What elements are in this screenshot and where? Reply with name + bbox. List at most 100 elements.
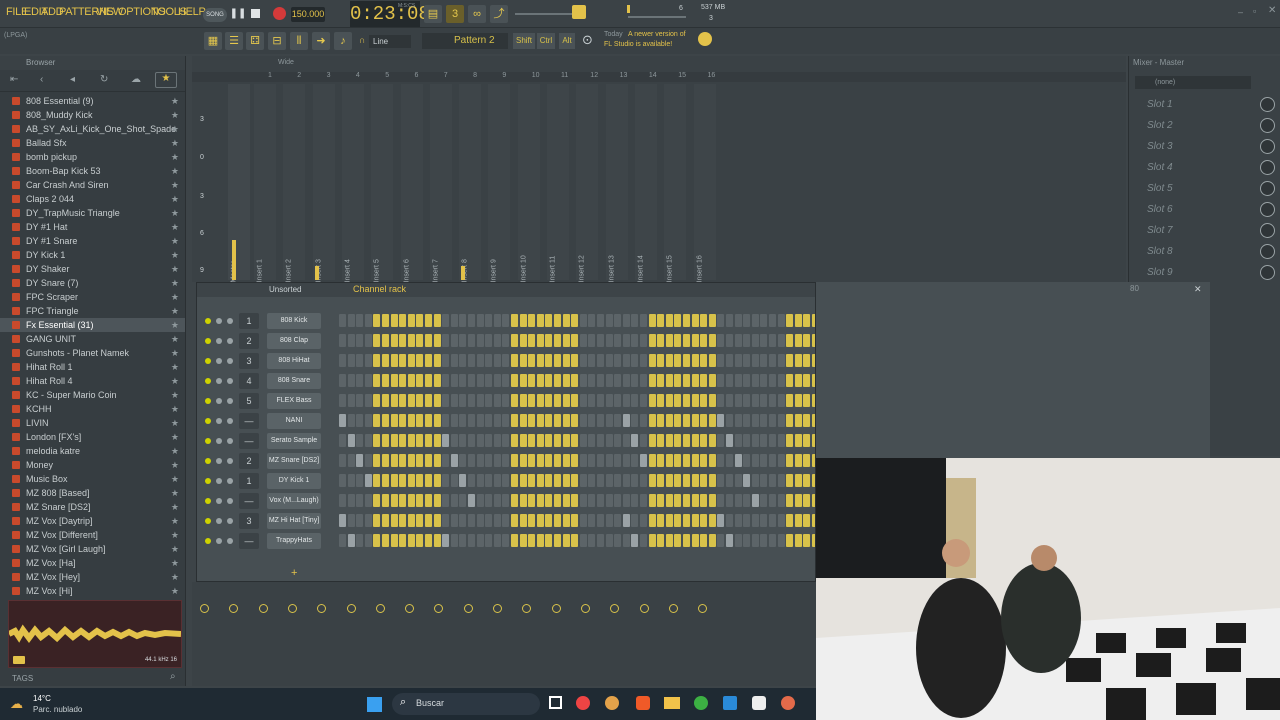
step-button[interactable] (450, 434, 458, 447)
step-button[interactable] (579, 514, 587, 527)
step-button[interactable] (674, 474, 682, 487)
mixer-insert-track[interactable]: Insert 10 (517, 84, 540, 283)
star-icon[interactable]: ★ (171, 570, 179, 584)
step-button[interactable] (794, 314, 802, 327)
browser-item[interactable]: Hihat Roll 1 ★ (0, 360, 185, 374)
step-button[interactable] (708, 494, 716, 507)
step-button[interactable] (407, 394, 415, 407)
step-button[interactable] (459, 354, 467, 367)
step-button[interactable] (657, 394, 665, 407)
step-button[interactable] (450, 534, 458, 547)
mixer-insert-track[interactable]: Insert 16 (693, 84, 716, 283)
step-button[interactable] (536, 374, 544, 387)
send-knob-icon[interactable] (375, 604, 385, 613)
channel-name-button[interactable]: Vox (M...Laugh) (267, 493, 321, 509)
step-button[interactable] (717, 374, 725, 387)
step-button[interactable] (717, 474, 725, 487)
effect-slot[interactable]: Slot 5 (1129, 178, 1280, 199)
step-button[interactable] (502, 334, 510, 347)
step-button[interactable] (502, 534, 510, 547)
step-button[interactable] (519, 474, 527, 487)
channel-name-button[interactable]: 808 Clap (267, 333, 321, 349)
step-button[interactable] (382, 394, 389, 407)
volume-knob-icon[interactable] (227, 418, 233, 424)
step-button[interactable] (562, 334, 570, 347)
browser-item[interactable]: melodia katre ★ (0, 444, 185, 458)
step-button[interactable] (614, 374, 622, 387)
step-button[interactable] (433, 314, 441, 327)
step-button[interactable] (390, 454, 398, 467)
step-button[interactable] (407, 514, 415, 527)
star-icon[interactable]: ★ (171, 136, 179, 150)
step-button[interactable] (665, 434, 673, 447)
step-button[interactable] (416, 474, 424, 487)
step-button[interactable] (476, 534, 484, 547)
step-button[interactable] (459, 334, 467, 347)
step-button[interactable] (614, 434, 622, 447)
shift-button[interactable]: Shift (513, 33, 535, 49)
step-button[interactable] (794, 434, 802, 447)
step-button[interactable] (777, 454, 785, 467)
step-button[interactable] (708, 354, 716, 367)
step-button[interactable] (597, 514, 604, 527)
wait-for-input-icon[interactable]: 3 (446, 5, 464, 23)
step-button[interactable] (476, 414, 484, 427)
step-button[interactable] (364, 494, 372, 507)
step-button[interactable] (597, 534, 604, 547)
step-button[interactable] (657, 314, 665, 327)
step-button[interactable] (803, 374, 811, 387)
step-button[interactable] (674, 374, 682, 387)
star-icon[interactable]: ★ (171, 416, 179, 430)
step-button[interactable] (536, 414, 544, 427)
step-button[interactable] (777, 474, 785, 487)
menu-help[interactable]: HELP (178, 6, 206, 18)
step-button[interactable] (794, 334, 802, 347)
step-button[interactable] (683, 354, 690, 367)
step-button[interactable] (399, 394, 407, 407)
star-icon[interactable]: ★ (171, 206, 179, 220)
step-button[interactable] (485, 514, 493, 527)
send-knob-icon[interactable] (698, 604, 708, 613)
mix-knob-icon[interactable] (1260, 97, 1275, 112)
step-button[interactable] (769, 314, 776, 327)
step-button[interactable] (433, 534, 441, 547)
step-button[interactable] (657, 354, 665, 367)
pause-button[interactable]: ❚❚ (229, 6, 247, 22)
step-button[interactable] (536, 514, 544, 527)
step-button[interactable] (631, 514, 639, 527)
step-button[interactable] (339, 474, 346, 487)
step-button[interactable] (597, 374, 604, 387)
step-button[interactable] (674, 314, 682, 327)
browser-item[interactable]: GANG UNIT ★ (0, 332, 185, 346)
step-button[interactable] (794, 474, 802, 487)
step-button[interactable] (648, 354, 656, 367)
channel-mixer-track[interactable]: — (239, 493, 259, 509)
step-button[interactable] (416, 534, 424, 547)
step-button[interactable] (476, 314, 484, 327)
mixer-insert-track[interactable]: Insert 6 (400, 84, 423, 283)
step-button[interactable] (347, 494, 355, 507)
step-button[interactable] (364, 374, 372, 387)
step-button[interactable] (450, 414, 458, 427)
step-button[interactable] (640, 314, 647, 327)
step-button[interactable] (390, 394, 398, 407)
step-button[interactable] (751, 374, 759, 387)
step-button[interactable] (485, 314, 493, 327)
step-button[interactable] (691, 494, 699, 507)
browser-item[interactable]: bomb pickup ★ (0, 150, 185, 164)
channel-row[interactable]: — TrappyHats (197, 531, 815, 551)
step-button[interactable] (674, 354, 682, 367)
step-button[interactable] (476, 354, 484, 367)
mixer-insert-track[interactable]: Insert 8 (459, 84, 482, 283)
mixer-icon[interactable]: ⊟ (268, 32, 286, 50)
step-button[interactable] (493, 334, 501, 347)
step-button[interactable] (416, 314, 424, 327)
step-button[interactable] (468, 354, 475, 367)
star-icon[interactable]: ★ (171, 402, 179, 416)
mixer-insert-track[interactable]: Insert 11 (547, 84, 569, 283)
step-button[interactable] (373, 314, 381, 327)
step-button[interactable] (769, 454, 776, 467)
step-button[interactable] (794, 394, 802, 407)
step-button[interactable] (347, 434, 355, 447)
loop-record-icon[interactable]: ∞ (468, 5, 486, 23)
